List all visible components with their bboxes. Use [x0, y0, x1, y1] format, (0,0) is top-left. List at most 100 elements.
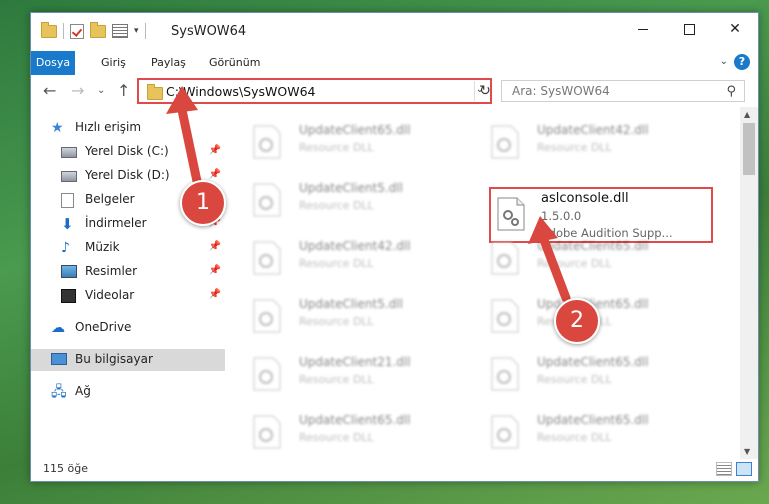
dll-file-icon — [491, 299, 519, 333]
sidebar-item-label: Hızlı erişim — [75, 120, 142, 134]
window-controls: ✕ — [620, 13, 758, 45]
sidebar-item-label: Videolar — [85, 288, 135, 302]
dll-file-icon — [253, 125, 281, 159]
pictures-icon — [61, 265, 77, 278]
close-button[interactable]: ✕ — [712, 13, 758, 45]
disk-icon — [61, 147, 77, 158]
file-item[interactable]: UpdateClient21.dll Resource DLL — [225, 349, 450, 401]
folder-icon[interactable] — [41, 21, 57, 38]
explorer-window: ▾ SysWOW64 ✕ Dosya Giriş Paylaş Görünüm … — [30, 12, 759, 482]
file-item[interactable]: UpdateClient65.dll Resource DLL — [225, 117, 450, 169]
file-name: UpdateClient65.dll — [299, 123, 411, 137]
pin-icon[interactable]: 📌 — [209, 169, 221, 180]
file-item[interactable]: UpdateClient65.dll Resource DLL — [225, 407, 450, 459]
video-icon — [61, 289, 76, 303]
sidebar-item-onedrive[interactable]: ☁ OneDrive — [31, 317, 225, 339]
file-type: Resource DLL — [537, 431, 612, 444]
dll-file-icon — [253, 357, 281, 391]
tiles-view-icon[interactable] — [736, 462, 752, 476]
sidebar-item-local-disk-c[interactable]: Yerel Disk (C:) 📌 — [31, 141, 225, 163]
forward-arrow-icon[interactable]: → — [71, 81, 84, 100]
sidebar-item-label: İndirmeler — [85, 216, 147, 230]
vertical-scrollbar[interactable]: ▲ ▼ — [740, 107, 758, 459]
file-item[interactable]: UpdateClient65.dll Resource DLL — [463, 233, 688, 285]
file-name: UpdateClient5.dll — [299, 297, 403, 311]
tab-home[interactable]: Giriş — [93, 51, 134, 75]
file-name: UpdateClient42.dll — [537, 123, 649, 137]
sidebar-item-videos[interactable]: Videolar 📌 — [31, 285, 225, 307]
chevron-down-icon[interactable]: ▾ — [134, 26, 139, 36]
download-icon: ⬇ — [61, 215, 74, 233]
properties-check-icon[interactable] — [70, 23, 84, 39]
dll-file-icon — [491, 357, 519, 391]
sidebar-item-label: Resimler — [85, 264, 138, 278]
file-name: UpdateClient65.dll — [299, 413, 411, 427]
dll-file-icon — [253, 241, 281, 275]
cloud-icon: ☁ — [51, 320, 65, 336]
toolbar-divider — [63, 23, 64, 39]
sidebar-item-network[interactable]: 🖧 Ağ — [31, 381, 225, 403]
maximize-button[interactable] — [666, 13, 712, 45]
sidebar-item-this-pc[interactable]: Bu bilgisayar — [31, 349, 225, 371]
file-name: UpdateClient65.dll — [537, 239, 649, 253]
file-type: Resource DLL — [299, 431, 374, 444]
ribbon-tabs: Dosya Giriş Paylaş Görünüm ⌄ ? — [31, 51, 758, 76]
back-arrow-icon[interactable]: ← — [43, 81, 56, 100]
status-bar: 115 öğe — [31, 459, 758, 481]
sidebar-item-quick-access[interactable]: ★ Hızlı erişim — [31, 117, 225, 139]
file-type: Resource DLL — [537, 373, 612, 386]
expand-ribbon-icon[interactable]: ⌄ — [720, 56, 728, 67]
file-type: Resource DLL — [299, 373, 374, 386]
file-type: Resource DLL — [299, 315, 374, 328]
sidebar-item-pictures[interactable]: Resimler 📌 — [31, 261, 225, 283]
file-type: Resource DLL — [299, 199, 374, 212]
sidebar-item-music[interactable]: ♪ Müzik 📌 — [31, 237, 225, 259]
file-type: Resource DLL — [537, 257, 612, 270]
sidebar-item-label: Yerel Disk (C:) — [85, 144, 169, 158]
up-arrow-icon[interactable]: ↑ — [117, 81, 130, 100]
address-bar[interactable]: C:\Windows\SysWOW64 ⌄ — [137, 78, 492, 104]
file-item[interactable]: UpdateClient65.dll Resource DLL — [463, 407, 688, 459]
file-item[interactable]: UpdateClient42.dll Resource DLL — [225, 233, 450, 285]
window-title: SysWOW64 — [171, 24, 247, 39]
tab-share[interactable]: Paylaş — [143, 51, 194, 75]
search-placeholder: Ara: SysWOW64 — [512, 84, 610, 98]
view-switcher — [716, 462, 752, 476]
minimize-button[interactable] — [620, 13, 666, 45]
details-view-icon[interactable] — [716, 462, 732, 476]
navigation-pane: ★ Hızlı erişim Yerel Disk (C:) 📌 Yerel D… — [31, 107, 225, 459]
scroll-thumb[interactable] — [743, 123, 755, 175]
search-icon[interactable]: ⚲ — [726, 84, 736, 99]
address-path[interactable]: C:\Windows\SysWOW64 — [166, 84, 315, 99]
dll-file-icon — [253, 415, 281, 449]
dll-file-icon — [491, 241, 519, 275]
scroll-down-icon[interactable]: ▼ — [744, 447, 750, 456]
scroll-up-icon[interactable]: ▲ — [744, 110, 750, 119]
file-item[interactable]: UpdateClient42.dll Resource DLL — [463, 117, 688, 169]
sidebar-item-label: Bu bilgisayar — [75, 352, 153, 366]
refresh-icon[interactable]: ↻ — [474, 81, 495, 101]
pin-icon[interactable]: 📌 — [209, 265, 221, 276]
file-item[interactable]: UpdateClient65.dll Resource DLL — [463, 349, 688, 401]
file-type: Resource DLL — [299, 257, 374, 270]
title-bar: ▾ SysWOW64 ✕ — [31, 13, 758, 51]
recent-locations-icon[interactable]: ⌄ — [97, 85, 105, 96]
sidebar-item-label: Ağ — [75, 384, 91, 398]
toolbar-divider — [144, 23, 146, 39]
pin-icon[interactable]: 📌 — [209, 289, 221, 300]
pin-icon[interactable]: 📌 — [209, 241, 221, 252]
rename-icon[interactable] — [112, 24, 128, 38]
pin-icon[interactable]: 📌 — [209, 145, 221, 156]
tab-file[interactable]: Dosya — [31, 51, 75, 75]
computer-icon — [51, 353, 67, 365]
search-input[interactable]: Ara: SysWOW64 ⚲ — [501, 80, 745, 102]
star-icon: ★ — [51, 120, 64, 136]
document-icon — [61, 193, 74, 208]
tab-view[interactable]: Görünüm — [201, 51, 268, 75]
file-item[interactable]: UpdateClient5.dll Resource DLL — [225, 175, 450, 227]
help-icon[interactable]: ? — [734, 54, 750, 70]
disk-icon — [61, 171, 77, 182]
file-item[interactable]: UpdateClient5.dll Resource DLL — [225, 291, 450, 343]
new-folder-icon[interactable] — [90, 21, 106, 38]
navigation-bar: ← → ⌄ ↑ C:\Windows\SysWOW64 ⌄ ↻ Ara: Sys… — [31, 75, 758, 107]
